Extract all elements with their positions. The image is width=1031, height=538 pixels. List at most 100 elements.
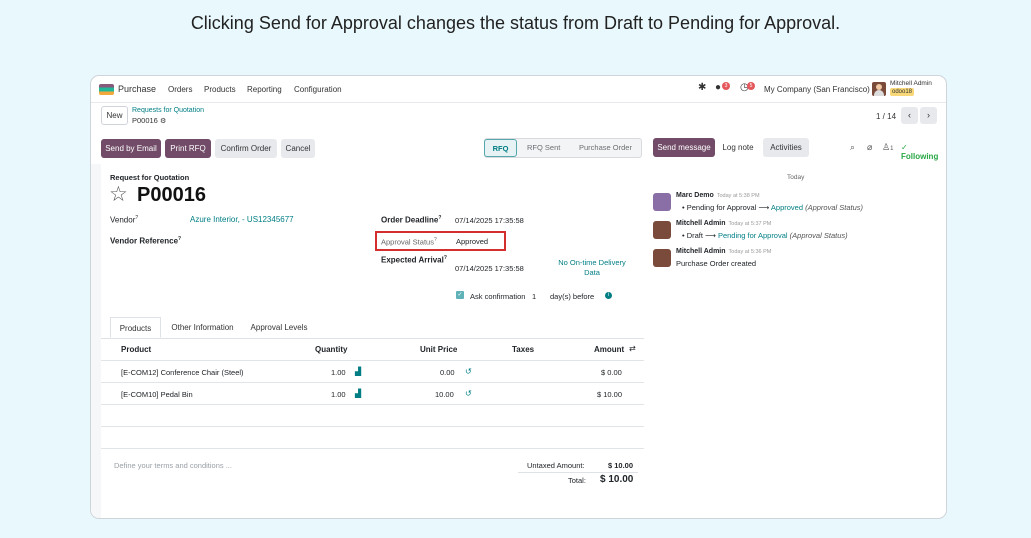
stage-rfq[interactable]: RFQ [484,139,517,157]
bug-icon[interactable]: ✱ [698,82,706,93]
ask-confirmation-label: Ask confirmation [470,292,526,301]
tab-products[interactable]: Products [110,317,161,338]
tracking-value: • Draft ⟶ Pending for Approval (Approval… [682,231,848,240]
log-note-button[interactable]: Log note [718,138,758,157]
approval-status-value: Approved [456,237,489,246]
vendor-reference-label: Vendor Reference? [110,236,182,246]
breadcrumb-parent[interactable]: Requests for Quotation [132,107,204,114]
paperclip-icon[interactable]: ⌀ [867,142,872,153]
pager-value[interactable]: 1 / 14 [876,112,896,121]
row-quantity[interactable]: 1.00 [331,368,346,377]
price-history-icon[interactable]: ↺ [465,367,472,376]
chevron-left-icon[interactable]: ‹ [901,107,918,124]
info-icon: i [605,292,612,299]
ask-confirmation-checkbox[interactable]: ✓ [456,291,464,299]
menu-configuration[interactable]: Configuration [294,85,342,94]
avatar[interactable] [653,221,671,239]
forecast-chart-icon[interactable]: ▟ [355,367,361,376]
total-value: $ 10.00 [600,474,634,485]
avatar[interactable] [653,193,671,211]
following-button[interactable]: ✓ Following [901,143,946,161]
price-history-icon[interactable]: ↺ [465,389,472,398]
row-product[interactable]: [E-COM12] Conference Chair (Steel) [121,368,244,377]
table-bottom [101,448,644,449]
company-switcher[interactable]: My Company (San Francisco) [764,85,870,94]
cancel-button[interactable]: Cancel [281,139,315,158]
following-label: Following [901,152,939,161]
check-icon: ✓ [901,143,908,152]
followers-icon[interactable]: ♙1 [882,142,893,153]
arrow-icon: ⟶ [758,203,770,212]
messages-badge: 3 [722,82,730,90]
expected-arrival-field[interactable]: 07/14/2025 17:35:58 [455,264,524,273]
activities-button[interactable]: Activities [763,138,809,157]
untaxed-amount-label: Untaxed Amount: [527,461,585,470]
menu-orders[interactable]: Orders [168,85,192,94]
odoo-window: Purchase Orders Products Reporting Confi… [90,75,947,519]
tracking-value: • Pending for Approval ⟶ Approved (Appro… [682,203,864,212]
menu-reporting[interactable]: Reporting [247,85,282,94]
app-name[interactable]: Purchase [118,84,156,94]
expected-arrival-label: Expected Arrival? [381,255,447,265]
row-amount: $ 0.00 [601,368,622,377]
row-product[interactable]: [E-COM10] Pedal Bin [121,390,193,399]
activities-badge: 5 [747,82,755,90]
avatar[interactable] [653,249,671,267]
user-menu[interactable]: Mitchell Admin odoo18 [890,80,932,96]
print-rfq-button[interactable]: Print RFQ [165,139,211,158]
vendor-label: Vendor? [110,215,139,225]
gear-icon[interactable]: ⚙ [160,118,166,125]
untaxed-amount-value: $ 10.00 [608,461,634,470]
search-icon[interactable]: ⌕ [850,142,855,153]
arrow-icon: ⟶ [705,231,716,240]
row-unit-price[interactable]: 0.00 [440,368,455,377]
forecast-chart-icon[interactable]: ▟ [355,389,361,398]
tab-other-information[interactable]: Other Information [163,317,242,338]
breadcrumb-current: P00016 ⚙ [132,116,166,125]
empty-row[interactable] [101,426,644,448]
user-name: Mitchell Admin [890,80,932,87]
message-author: Mitchell Admin Today at 5:36 PM [676,248,772,255]
terms-input[interactable]: Define your terms and conditions ... [114,461,232,470]
new-button[interactable]: New [101,106,128,125]
top-navbar: Purchase Orders Products Reporting Confi… [91,76,946,103]
totals-divider [518,472,638,473]
row-unit-price[interactable]: 10.00 [435,390,454,399]
send-message-button[interactable]: Send message [653,138,715,157]
star-icon[interactable]: ☆ [109,182,128,207]
database-name: odoo18 [890,88,915,96]
column-settings-icon[interactable]: ⇄ [629,344,636,353]
tutorial-caption: Clicking Send for Approval changes the s… [190,13,841,33]
chatter-date-separator: Today [787,174,805,181]
on-time-delivery-link[interactable]: No On-time Delivery Data [552,258,632,278]
stage-purchase-order[interactable]: Purchase Order [579,139,632,157]
table-row[interactable]: [E-COM10] Pedal Bin 1.00 ▟ 10.00 ↺ $ 10.… [101,382,644,404]
send-by-email-button[interactable]: Send by Email [101,139,161,158]
column-quantity[interactable]: Quantity [315,345,347,354]
row-quantity[interactable]: 1.00 [331,390,346,399]
stage-rfq-sent[interactable]: RFQ Sent [527,139,560,157]
total-label: Total: [568,476,586,485]
ask-confirmation-days-input[interactable]: 1 [532,292,536,301]
record-title: P00016 [137,184,206,206]
tab-approval-levels[interactable]: Approval Levels [244,317,314,338]
column-amount[interactable]: Amount [594,345,624,354]
column-product[interactable]: Product [121,345,151,354]
table-row[interactable]: [E-COM12] Conference Chair (Steel) 1.00 … [101,360,644,382]
chevron-right-icon[interactable]: › [920,107,937,124]
order-deadline-field[interactable]: 07/14/2025 17:35:58 [455,216,524,225]
messages-icon[interactable]: ● [715,82,721,93]
empty-row[interactable] [101,404,644,426]
row-amount: $ 10.00 [597,390,623,399]
tab-divider [101,338,644,339]
vendor-field[interactable]: Azure Interior, - US12345677 [190,215,294,224]
message-body: Purchase Order created [676,259,757,268]
column-taxes[interactable]: Taxes [512,345,534,354]
purchase-app-icon[interactable] [99,84,114,95]
confirm-order-button[interactable]: Confirm Order [215,139,277,158]
menu-products[interactable]: Products [204,85,236,94]
message-author: Marc Demo Today at 5:38 PM [676,192,760,199]
order-deadline-label: Order Deadline? [381,215,442,225]
user-avatar[interactable] [872,82,886,96]
column-unit-price[interactable]: Unit Price [420,345,457,354]
